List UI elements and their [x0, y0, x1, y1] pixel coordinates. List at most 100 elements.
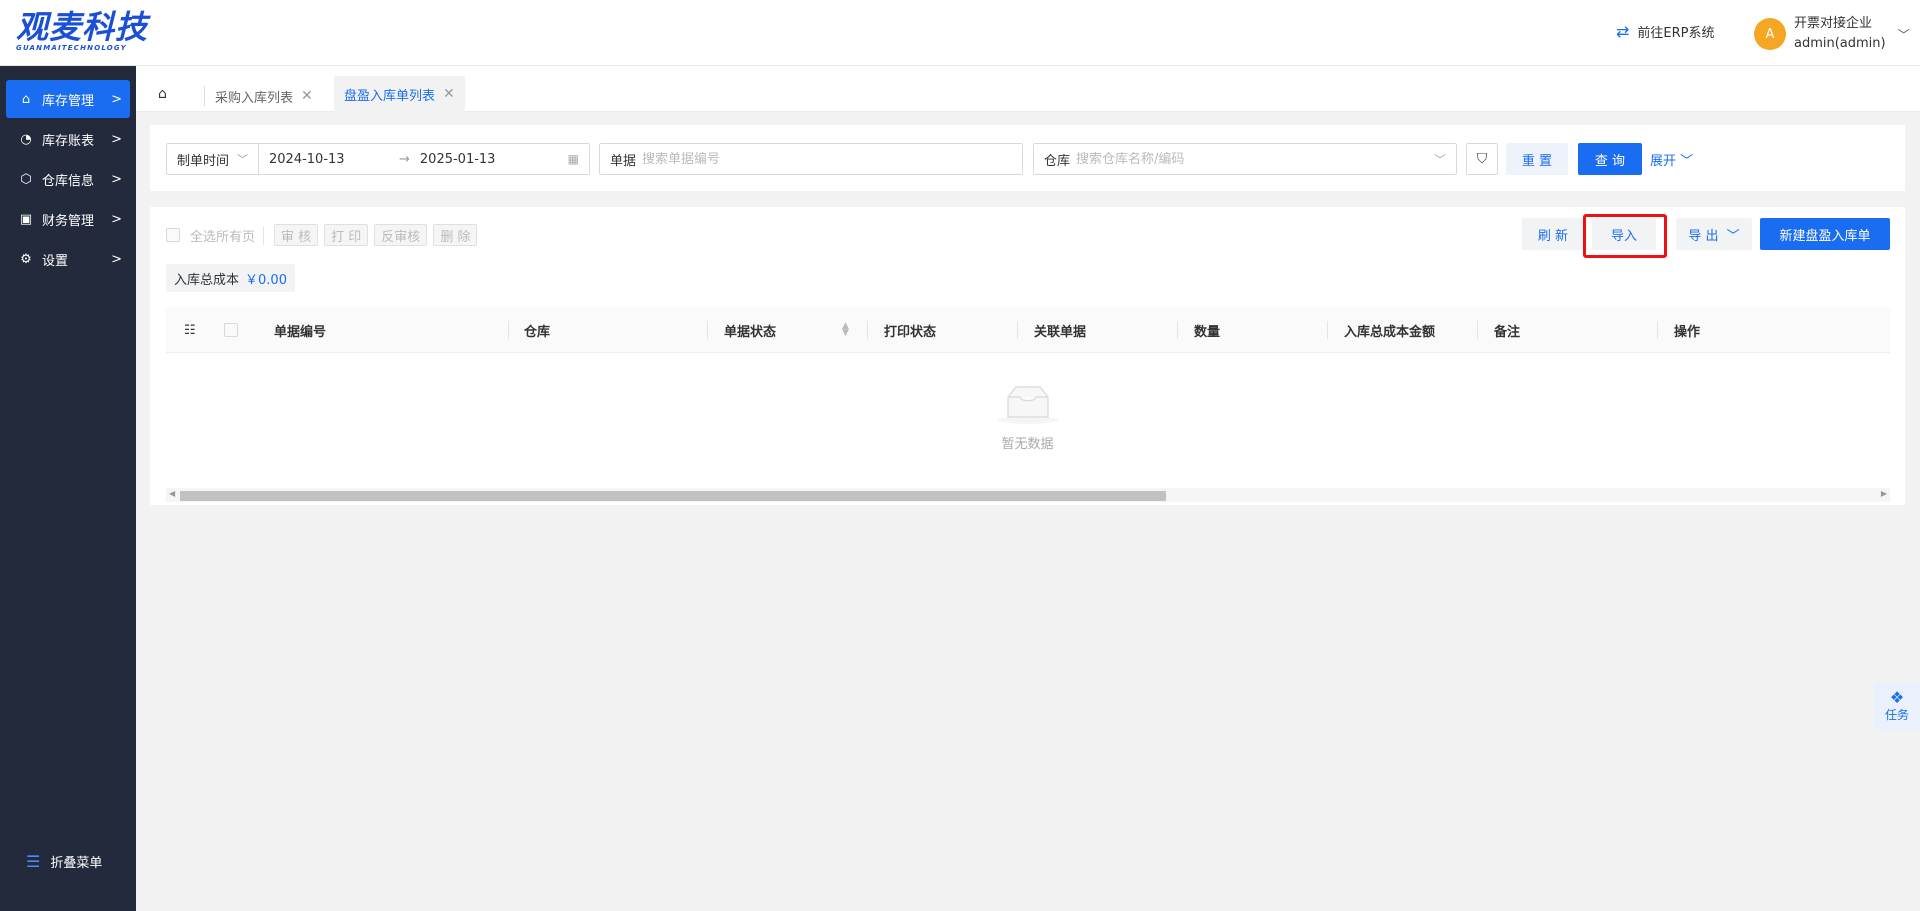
layers-icon: ❖: [1889, 687, 1905, 707]
empty-text: 暂无数据: [1001, 437, 1054, 452]
sidebar-item-finance[interactable]: ▣ 财务管理 >: [6, 200, 130, 238]
column-header: 仓库: [524, 324, 551, 340]
chevron-right-icon: >: [111, 131, 122, 147]
column-divider: [1657, 321, 1658, 339]
home-icon[interactable]: ⌂: [158, 86, 167, 102]
sort-icon[interactable]: ▲ ▼: [842, 322, 849, 338]
sidebar-item-label: 仓库信息: [42, 173, 95, 189]
column-settings-icon[interactable]: ☷: [184, 307, 196, 353]
unaudit-button[interactable]: 反审核: [374, 224, 428, 246]
sidebar-item-settings[interactable]: ⚙ 设置 >: [6, 240, 130, 278]
arrow-right-icon: →: [399, 151, 410, 167]
time-type-select[interactable]: 制单时间 ﹀: [167, 144, 259, 174]
column-divider: [707, 321, 708, 339]
column-header: 关联单据: [1034, 324, 1087, 340]
reset-button[interactable]: 重 置: [1506, 143, 1568, 175]
export-button[interactable]: 导 出 ﹀: [1676, 218, 1752, 250]
gear-icon: ⚙: [20, 251, 32, 267]
company-name: 开票对接企业: [1794, 16, 1873, 31]
column-divider: [1477, 321, 1478, 339]
date-range-field: 制单时间 ﹀ 2024-10-13 → 2025-01-13 ▦: [166, 143, 590, 175]
tab-purchase-inbound[interactable]: 采购入库列表 ✕: [204, 86, 323, 106]
horizontal-scrollbar[interactable]: ◀ ▶: [166, 488, 1890, 502]
top-header: 观麦科技 GUANMAITECHNOLOGY ⇄ 前往ERP系统 A 开票对接企…: [0, 0, 1920, 66]
warehouse-label: 仓库: [1044, 153, 1071, 169]
column-header: 单据编号: [274, 324, 327, 340]
filter-button[interactable]: ⛉: [1466, 143, 1498, 175]
total-cost-summary: 入库总成本 ￥0.00: [166, 264, 295, 292]
chevron-down-icon: ﹀: [1897, 27, 1910, 42]
close-icon[interactable]: ✕: [301, 88, 313, 104]
fold-menu-label: 折叠菜单: [50, 856, 103, 871]
close-icon[interactable]: ✕: [443, 86, 455, 102]
warehouse-icon: ⌂: [21, 91, 31, 107]
task-float-button[interactable]: ❖ 任务: [1874, 682, 1920, 730]
brand-logo[interactable]: 观麦科技 GUANMAITECHNOLOGY: [16, 10, 148, 52]
sidebar-item-inventory[interactable]: ⌂ 库存管理 >: [6, 80, 130, 118]
doc-search-input[interactable]: [642, 151, 943, 167]
chevron-down-icon: ﹀: [1433, 152, 1446, 167]
audit-button[interactable]: 审 核: [274, 224, 319, 246]
sidebar-item-ledger[interactable]: ◔ 库存账表 >: [6, 120, 130, 158]
tab-surplus-inbound[interactable]: 盘盈入库单列表 ✕: [334, 76, 465, 112]
column-divider: [508, 321, 509, 339]
column-header: 备注: [1494, 324, 1521, 340]
scroll-right-icon[interactable]: ▶: [1881, 489, 1887, 498]
tab-label: 采购入库列表: [215, 90, 294, 106]
empty-state: 暂无数据: [150, 383, 1905, 452]
user-info: 开票对接企业 admin(admin): [1794, 14, 1886, 54]
sidebar-item-label: 财务管理: [42, 213, 95, 229]
brand-name-cn: 观麦科技: [16, 8, 149, 46]
expand-button[interactable]: 展开 ﹀: [1650, 150, 1693, 169]
warehouse-search-field: 仓库 ﹀: [1033, 143, 1457, 175]
chevron-down-icon: ﹀: [237, 153, 249, 166]
scrollbar-thumb[interactable]: [180, 491, 1166, 501]
column-divider: [1327, 321, 1328, 339]
user-menu[interactable]: A 开票对接企业 admin(admin) ﹀: [1754, 14, 1910, 54]
sidebar-item-label: 库存管理: [42, 93, 95, 109]
column-divider: [1177, 321, 1178, 339]
sidebar-item-label: 设置: [42, 253, 69, 269]
chevron-down-icon: ﹀: [1680, 154, 1694, 169]
select-all-pages-checkbox[interactable]: [166, 228, 180, 242]
refresh-button[interactable]: 刷 新: [1522, 218, 1584, 250]
chevron-right-icon: >: [111, 91, 122, 107]
export-label: 导 出: [1688, 228, 1719, 244]
batch-toolbar: 全选所有页 审 核 打 印 反审核 删 除: [166, 224, 478, 246]
fold-menu-button[interactable]: ☰ 折叠菜单: [26, 852, 102, 871]
column-divider: [867, 321, 868, 339]
chevron-right-icon: >: [111, 251, 122, 267]
delete-button[interactable]: 删 除: [433, 224, 478, 246]
doc-search-field: 单据: [599, 143, 1023, 175]
end-date-input[interactable]: 2025-01-13: [420, 152, 550, 167]
calendar-icon: ▦: [567, 152, 579, 166]
query-button[interactable]: 查 询: [1578, 143, 1642, 175]
menu-fold-icon: ☰: [26, 852, 41, 871]
print-button[interactable]: 打 印: [324, 224, 369, 246]
erp-link-label: 前往ERP系统: [1637, 26, 1715, 41]
column-header-sortable[interactable]: 单据状态 ▲ ▼: [724, 307, 849, 353]
tabs-bar: ⌂ 采购入库列表 ✕ 盘盈入库单列表 ✕: [136, 66, 1920, 112]
start-date-input[interactable]: 2024-10-13: [269, 152, 399, 167]
sidebar: ⌂ 库存管理 > ◔ 库存账表 > ⬡ 仓库信息 > ▣ 财务管理 > ⚙ 设置…: [0, 66, 136, 911]
warehouse-search-input[interactable]: [1076, 151, 1377, 167]
sidebar-item-warehouse-info[interactable]: ⬡ 仓库信息 >: [6, 160, 130, 198]
list-panel: 全选所有页 审 核 打 印 反审核 删 除 刷 新 导入 导 出 ﹀ 新建盘盈入…: [150, 207, 1905, 505]
search-panel: 制单时间 ﹀ 2024-10-13 → 2025-01-13 ▦ 单据 仓库 ﹀…: [150, 125, 1905, 191]
total-cost-value: ￥0.00: [245, 272, 287, 288]
chevron-down-icon: ﹀: [1726, 228, 1740, 244]
task-label: 任务: [1884, 707, 1909, 722]
select-all-checkbox[interactable]: [224, 323, 238, 337]
import-button[interactable]: 导入: [1592, 218, 1656, 250]
new-surplus-inbound-button[interactable]: 新建盘盈入库单: [1760, 218, 1890, 250]
column-divider: [1017, 321, 1018, 339]
sidebar-item-label: 库存账表: [42, 133, 95, 149]
time-type-label: 制单时间: [177, 153, 230, 169]
table-header: ☷ 单据编号 仓库 单据状态 ▲ ▼ 打印状态 关联单据 数量 入库总成本金额 备…: [166, 307, 1890, 353]
scroll-left-icon[interactable]: ◀: [169, 489, 175, 498]
column-header-label: 单据状态: [724, 324, 777, 340]
erp-system-link[interactable]: ⇄ 前往ERP系统: [1616, 22, 1715, 41]
header-checkbox-cell: [224, 307, 238, 353]
total-cost-label: 入库总成本: [174, 272, 240, 288]
finance-icon: ▣: [19, 211, 33, 227]
